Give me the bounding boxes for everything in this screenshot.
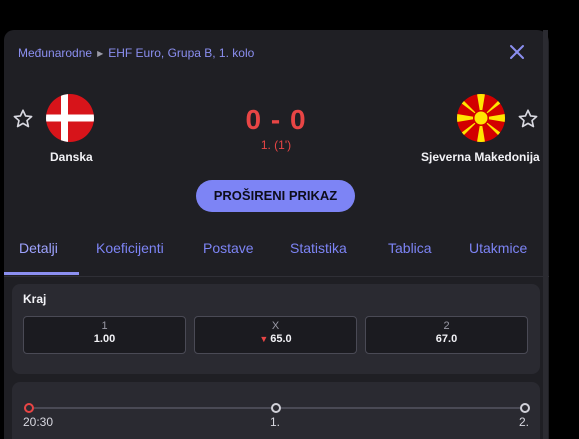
timeline-card: 20:30 1. 2.: [12, 382, 540, 439]
match-panel: Međunarodne ▶ EHF Euro, Grupa B, 1. kolo…: [4, 30, 549, 439]
timeline-dot-first-half: [271, 403, 281, 413]
breadcrumb-competition[interactable]: EHF Euro, Grupa B, 1. kolo: [108, 46, 254, 60]
timeline-label-second-half: 2.: [519, 415, 530, 429]
odds-card-title: Kraj: [23, 292, 47, 306]
tab-lineups[interactable]: Postave: [203, 240, 254, 256]
expand-view-button[interactable]: PROŠIRENI PRIKAZ: [196, 180, 355, 212]
tab-bar: Detalji Koeficijenti Postave Statistika …: [4, 230, 549, 277]
tab-details[interactable]: Detalji: [19, 240, 58, 256]
scrollbar[interactable]: [543, 30, 548, 439]
denmark-flag: [46, 94, 94, 142]
odd-home[interactable]: 1 1.00: [23, 316, 186, 354]
timeline-label-first-half: 1.: [270, 415, 281, 429]
away-team-name[interactable]: Sjeverna Makedonija: [421, 150, 540, 164]
odd-label: 1: [101, 320, 108, 332]
triangle-right-icon: ▶: [97, 48, 104, 58]
tab-matches[interactable]: Utakmice: [469, 240, 527, 256]
odd-value: 67.0: [435, 333, 458, 345]
timeline-dot-start: [24, 403, 34, 413]
match-period: 1. (1'): [260, 138, 292, 152]
close-icon[interactable]: [508, 43, 526, 61]
timeline-label-start: 20:30: [23, 415, 54, 429]
timeline-dot-second-half: [520, 403, 530, 413]
odd-away[interactable]: 2 67.0: [365, 316, 528, 354]
odd-value: 65.0: [270, 333, 292, 345]
odd-value: 1.00: [93, 333, 116, 345]
tab-table[interactable]: Tablica: [388, 240, 432, 256]
tab-odds[interactable]: Koeficijenti: [96, 240, 164, 256]
tab-statistics[interactable]: Statistika: [290, 240, 347, 256]
odd-label: X: [271, 320, 280, 332]
match-score: 0 - 0: [245, 104, 307, 135]
odd-value-row: ▼ 65.0: [195, 333, 356, 345]
trend-down-icon: ▼: [259, 334, 269, 344]
star-outline-icon[interactable]: [12, 108, 34, 130]
odd-label: 2: [443, 320, 450, 332]
odds-card: Kraj 1 1.00 X ▼ 65.0 2 67.0: [12, 284, 540, 374]
breadcrumb-category[interactable]: Međunarodne: [18, 46, 92, 60]
active-tab-indicator: [4, 272, 79, 275]
star-outline-icon[interactable]: [517, 108, 539, 130]
north-macedonia-flag: [457, 94, 505, 142]
breadcrumb: Međunarodne ▶ EHF Euro, Grupa B, 1. kolo: [18, 46, 254, 60]
odd-draw[interactable]: X ▼ 65.0: [194, 316, 357, 354]
home-team-name[interactable]: Danska: [50, 150, 93, 164]
